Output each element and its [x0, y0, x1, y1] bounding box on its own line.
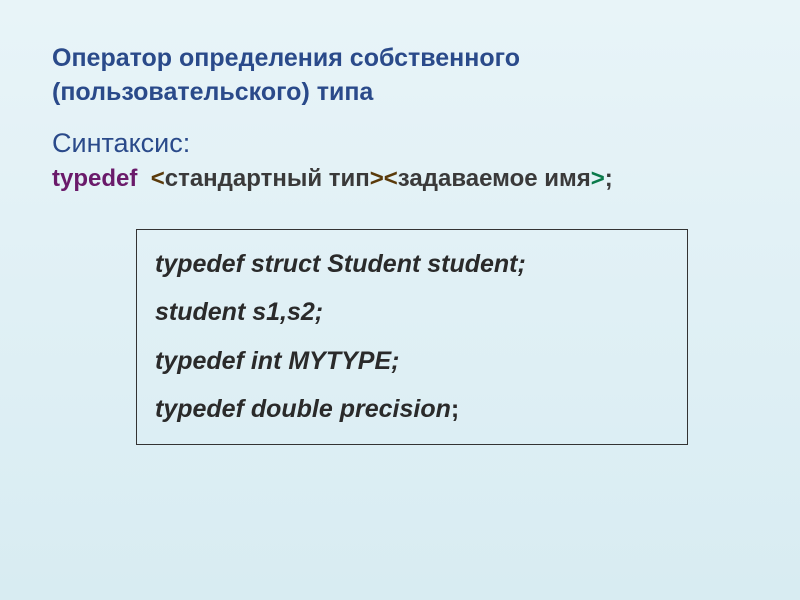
slide-title: Оператор определения собственного (польз…	[52, 42, 748, 110]
keyword-typedef: typedef	[52, 165, 137, 192]
code-line-3: typedef int MYTYPE;	[155, 345, 667, 378]
code-line-4b: ;	[451, 395, 459, 423]
code-line-2: student s1,s2;	[155, 296, 667, 329]
syntax-semicolon: ;	[605, 165, 613, 192]
std-type-text: стандартный тип	[165, 165, 370, 192]
angle-close-1: >	[370, 165, 384, 192]
syntax-label: Синтаксис:	[52, 128, 748, 159]
slide-content: Оператор определения собственного (польз…	[0, 0, 800, 445]
given-name-text: задаваемое имя	[398, 165, 591, 192]
code-line-4: typedef double precision;	[155, 393, 667, 426]
angle-close-2: >	[591, 165, 605, 192]
angle-open-1: <	[151, 165, 165, 192]
code-example-box: typedef struct Student student; student …	[136, 229, 688, 445]
syntax-definition: typedef <стандартный тип><задаваемое имя…	[52, 165, 748, 193]
code-line-1: typedef struct Student student;	[155, 248, 667, 281]
angle-open-2: <	[384, 165, 398, 192]
code-line-4a: typedef double precision	[155, 395, 451, 423]
